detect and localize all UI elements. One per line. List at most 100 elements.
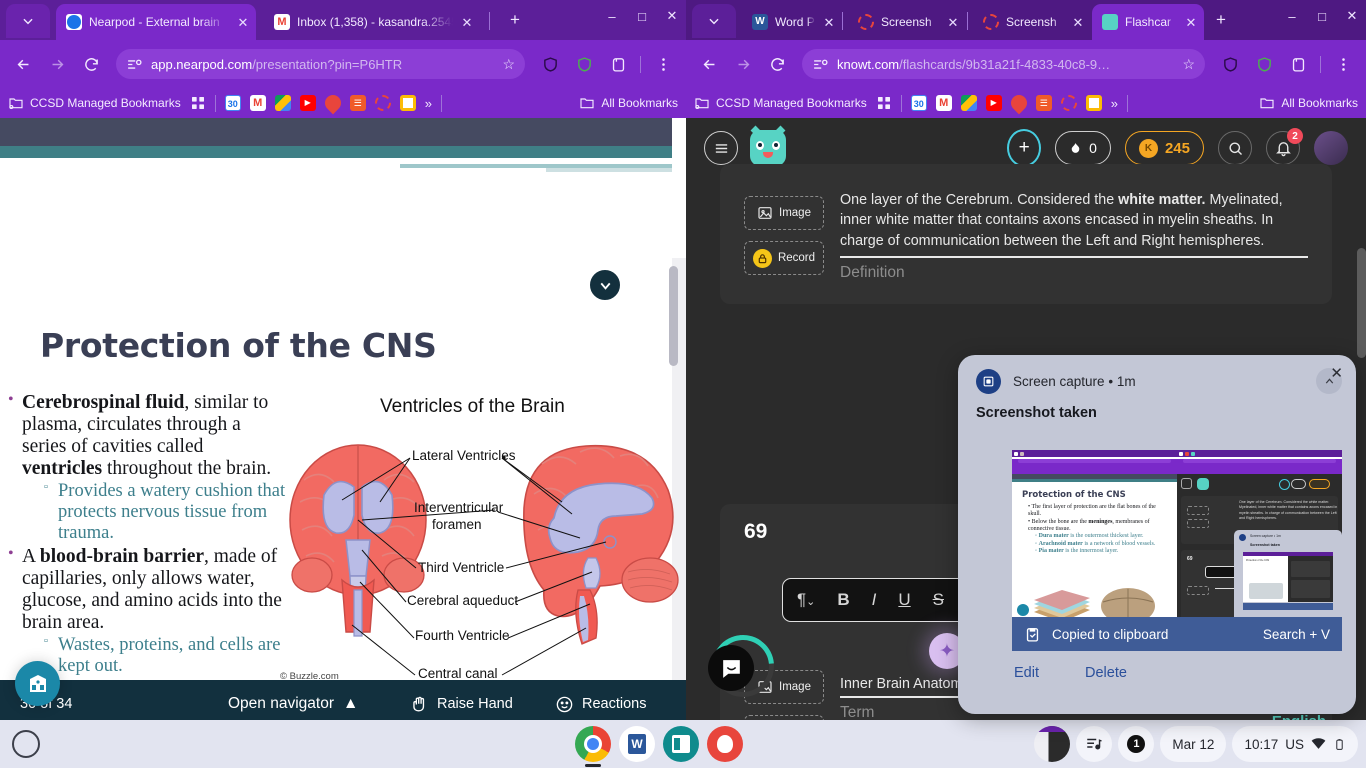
status-tray[interactable]: 10:17 US bbox=[1232, 726, 1358, 762]
screenshot-notification[interactable]: ✕ Screen capture • 1m Screenshot taken P… bbox=[958, 355, 1356, 714]
knowt-mascot-icon[interactable] bbox=[750, 125, 786, 166]
site-settings-icon[interactable] bbox=[126, 56, 143, 73]
drive-icon[interactable] bbox=[274, 95, 291, 111]
bold-button[interactable]: B bbox=[837, 590, 849, 610]
paint-icon[interactable] bbox=[707, 726, 743, 762]
maximize-button[interactable]: □ bbox=[634, 9, 650, 24]
forward-icon[interactable] bbox=[728, 49, 758, 79]
shield-green-icon[interactable] bbox=[569, 49, 599, 79]
delete-button[interactable]: Delete bbox=[1085, 665, 1127, 681]
bookmarks-overflow-icon[interactable]: » bbox=[425, 96, 432, 111]
apps-grid-icon[interactable] bbox=[190, 95, 206, 111]
chrome-menu-icon[interactable] bbox=[1328, 49, 1358, 79]
notes-icon[interactable] bbox=[1085, 95, 1102, 111]
close-icon[interactable]: ✕ bbox=[822, 16, 836, 29]
paragraph-style-button[interactable]: ¶⌄ bbox=[797, 590, 815, 610]
news-icon[interactable] bbox=[663, 726, 699, 762]
back-icon[interactable] bbox=[8, 49, 38, 79]
maximize-button[interactable]: □ bbox=[1314, 9, 1330, 24]
nearpod-activity-badge[interactable] bbox=[15, 661, 60, 706]
close-window-button[interactable]: ✕ bbox=[664, 8, 680, 24]
avatar[interactable] bbox=[1314, 131, 1348, 165]
close-icon[interactable]: ✕ bbox=[1184, 16, 1198, 29]
minimize-button[interactable]: – bbox=[604, 9, 620, 24]
scrollbar-thumb[interactable] bbox=[669, 266, 678, 366]
all-bookmarks-button[interactable]: All Bookmarks bbox=[1259, 95, 1358, 111]
search-icon[interactable] bbox=[1218, 131, 1252, 165]
chrome-icon[interactable] bbox=[575, 726, 611, 767]
new-tab-button[interactable]: + bbox=[504, 10, 526, 32]
bookmark-managed[interactable]: CCSD Managed Bookmarks bbox=[8, 95, 181, 111]
apps-grid-icon[interactable] bbox=[876, 95, 892, 111]
record-button[interactable]: Record bbox=[744, 241, 824, 275]
gmail-icon[interactable]: M bbox=[935, 95, 952, 111]
drive-icon[interactable] bbox=[960, 95, 977, 111]
calendar-icon[interactable]: 30 bbox=[910, 95, 927, 111]
tab-screenshot-1[interactable]: Screensh ✕ bbox=[848, 4, 966, 40]
tab-search-button-right[interactable] bbox=[692, 4, 736, 38]
underline-button[interactable]: U bbox=[898, 590, 910, 610]
definition-value[interactable]: One layer of the Cerebrum. Considered th… bbox=[840, 190, 1310, 251]
tab-search-button[interactable] bbox=[6, 4, 50, 38]
youtube-icon[interactable]: ▶ bbox=[985, 95, 1002, 111]
screenshot-icon[interactable] bbox=[1060, 95, 1077, 111]
screenshot-thumbnail[interactable]: Protection of the CNS • The first layer … bbox=[1012, 450, 1342, 617]
screenshot-icon[interactable] bbox=[374, 95, 391, 111]
coin-pill[interactable]: K 245 bbox=[1124, 131, 1204, 165]
chrome-menu-icon[interactable] bbox=[648, 49, 678, 79]
notes-icon[interactable] bbox=[399, 95, 416, 111]
reactions-button[interactable]: Reactions bbox=[555, 695, 646, 714]
image-button[interactable]: Image bbox=[744, 196, 824, 230]
close-icon[interactable]: ✕ bbox=[1071, 16, 1085, 29]
raise-hand-button[interactable]: Raise Hand bbox=[410, 695, 513, 714]
italic-button[interactable]: I bbox=[872, 590, 877, 610]
todoist-icon[interactable]: ☰ bbox=[1035, 95, 1052, 111]
bookmark-star-icon[interactable]: ☆ bbox=[502, 56, 515, 73]
bookmarks-overflow-icon[interactable]: » bbox=[1111, 96, 1118, 111]
reload-icon[interactable] bbox=[76, 49, 106, 79]
new-tab-button[interactable]: + bbox=[1210, 10, 1232, 32]
add-button[interactable]: + bbox=[1007, 129, 1042, 167]
extensions-icon[interactable] bbox=[1283, 49, 1313, 79]
tab-screenshot-2[interactable]: Screensh ✕ bbox=[973, 4, 1091, 40]
streak-pill[interactable]: 0 bbox=[1055, 131, 1111, 165]
close-icon[interactable]: ✕ bbox=[236, 16, 250, 29]
word-icon[interactable]: W bbox=[619, 726, 655, 762]
extensions-icon[interactable] bbox=[603, 49, 633, 79]
term-value[interactable]: Inner Brain Anatom bbox=[840, 674, 962, 694]
date-button[interactable]: Mar 12 bbox=[1160, 726, 1227, 762]
calendar-icon[interactable]: 30 bbox=[224, 95, 241, 111]
address-bar-left[interactable]: app.nearpod.com/presentation?pin=P6HTR ☆ bbox=[116, 49, 525, 79]
flashcard-top[interactable]: Image Record One layer of the Cerebrum. … bbox=[720, 164, 1332, 304]
youtube-icon[interactable]: ▶ bbox=[299, 95, 316, 111]
bookmark-managed[interactable]: CCSD Managed Bookmarks bbox=[694, 95, 867, 111]
chevron-down-icon[interactable] bbox=[588, 268, 622, 302]
open-navigator-button[interactable]: Open navigator ▲ bbox=[228, 695, 358, 713]
tab-word[interactable]: W Word Pr ✕ bbox=[742, 4, 842, 40]
back-icon[interactable] bbox=[694, 49, 724, 79]
close-icon[interactable]: ✕ bbox=[460, 16, 474, 29]
tab-flashcards[interactable]: Flashcar ✕ bbox=[1092, 4, 1204, 40]
forward-icon[interactable] bbox=[42, 49, 72, 79]
strikethrough-button[interactable]: S bbox=[933, 590, 944, 610]
close-icon[interactable]: ✕ bbox=[946, 16, 960, 29]
tab-inbox[interactable]: M Inbox (1,358) - kasandra.2545 ✕ bbox=[264, 4, 480, 40]
shield-green-icon[interactable] bbox=[1249, 49, 1279, 79]
clipboard-banner[interactable]: Copied to clipboard Search + V bbox=[1012, 617, 1342, 651]
launcher-icon[interactable] bbox=[12, 730, 40, 758]
bell-icon[interactable]: 2 bbox=[1266, 128, 1303, 165]
media-controls-icon[interactable] bbox=[1076, 726, 1113, 762]
address-bar-right[interactable]: knowt.com/flashcards/9b31a21f-4833-40c8-… bbox=[802, 49, 1205, 79]
minimize-button[interactable]: – bbox=[1284, 9, 1300, 24]
favorite-icon[interactable] bbox=[321, 91, 345, 115]
todoist-icon[interactable]: ☰ bbox=[349, 95, 366, 111]
close-window-button[interactable]: ✕ bbox=[1344, 8, 1360, 24]
scrollbar-thumb[interactable] bbox=[1357, 248, 1366, 358]
bookmark-star-icon[interactable]: ☆ bbox=[1182, 56, 1195, 73]
favorite-icon[interactable] bbox=[1007, 91, 1031, 115]
shield-icon[interactable] bbox=[535, 49, 565, 79]
site-settings-icon[interactable] bbox=[812, 56, 829, 73]
tab-nearpod[interactable]: Nearpod - External brain ✕ bbox=[56, 4, 256, 40]
close-icon[interactable]: ✕ bbox=[1330, 364, 1343, 382]
all-bookmarks-button[interactable]: All Bookmarks bbox=[579, 95, 678, 111]
